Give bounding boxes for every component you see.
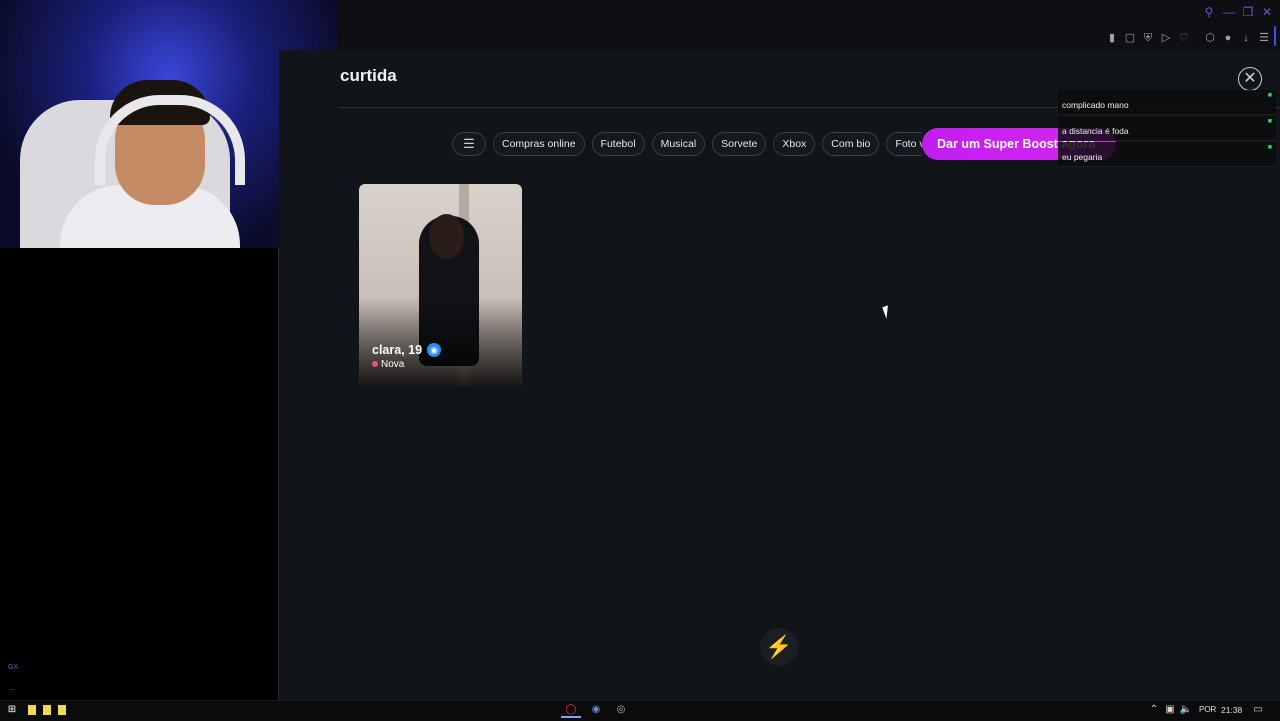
filter-settings-button[interactable]: ☰ [452,132,486,156]
profile-status-text: Nova [381,359,405,370]
extensions-icon[interactable]: ⬡ [1203,31,1217,45]
gx-label: GX [8,664,19,671]
filter-row: ☰ Compras online Futebol Musical Sorvete Xbox… [452,132,922,156]
search-icon[interactable]: ⚲ [1202,4,1216,20]
snapshot-icon[interactable]: ▢ [1123,31,1137,45]
more-dots[interactable]: ... [8,683,15,692]
close-window-icon[interactable]: ✕ [1260,4,1274,20]
close-button[interactable]: ✕ [1238,67,1262,91]
filter-chip[interactable]: Futebol [591,132,645,156]
obs-icon[interactable]: ◎ [614,703,628,717]
tray-chevron-icon[interactable]: ⌃ [1148,703,1160,717]
shield-icon[interactable]: ⛨ [1141,31,1155,45]
notifications-icon[interactable]: ▭ [1251,703,1265,717]
clock[interactable]: 21:38 [1221,703,1242,717]
language-indicator[interactable]: POR [1199,703,1216,717]
chat-text: eu pegaria [1062,152,1103,162]
chat-message: complicado mano ■ [1058,90,1276,115]
chat-badge-icon: ■ [1267,92,1272,99]
volume-icon[interactable]: 🔈 [1179,703,1193,717]
bolt-icon: ⚡ [765,634,793,659]
sticky-note-icon[interactable] [58,705,66,715]
sliders-icon: ☰ [463,136,475,151]
profile-name: clara, 19 [372,343,423,357]
card-shade [359,297,522,387]
browser-toolbar [338,26,1280,50]
heart-icon[interactable]: ♡ [1177,31,1191,45]
filter-chip[interactable]: Com bio [822,132,880,156]
account-icon[interactable]: ● [1221,31,1235,45]
profile-status: Nova [372,359,404,370]
play-icon[interactable]: ▷ [1159,31,1173,45]
filter-chip[interactable]: Compras online [493,132,585,156]
card-photo-head [429,214,464,259]
browser-titlebar [338,0,1280,26]
profile-card[interactable]: clara, 19 ◉ Nova [359,184,522,387]
camera-verified-icon: ◉ [427,343,441,357]
chat-message: eu pegaria ■ [1058,142,1276,167]
chat-text: a distancia é foda [1062,126,1129,136]
chat-badge-icon: ■ [1267,118,1272,125]
stream-chat: complicado mano ■ a distancia é foda ■ e… [1058,90,1276,168]
taskbar [0,700,1280,721]
chat-text: complicado mano [1062,100,1129,110]
network-icon[interactable]: ▣ [1163,703,1177,717]
opera-gx-icon[interactable]: ◯ [564,703,578,717]
left-panel [0,248,279,700]
sticky-note-icon[interactable] [43,705,51,715]
accent-line [1274,26,1276,46]
filter-chip[interactable]: Musical [651,132,706,156]
filter-chip[interactable]: Sorvete [712,132,767,156]
filter-chip[interactable]: Xbox [773,132,816,156]
pin-icon[interactable]: ▮ [1105,31,1119,45]
menu-icon[interactable]: ☰ [1257,31,1271,45]
page-title: curtida [340,66,397,85]
filter-chip[interactable]: Foto veri [886,132,922,156]
restore-icon[interactable]: ❐ [1241,4,1255,20]
minimize-icon[interactable]: — [1222,4,1236,20]
windows-start-icon[interactable]: ⊞ [5,703,19,717]
status-dot [372,361,378,368]
download-icon[interactable]: ↓ [1239,31,1253,45]
chat-badge-icon: ■ [1267,144,1272,151]
chat-message: a distancia é foda ■ [1058,116,1276,141]
sticky-note-icon[interactable] [28,705,36,715]
discord-icon[interactable]: ◉ [589,703,603,717]
active-app-indicator [561,716,581,718]
boost-bolt-button[interactable]: ⚡ [760,628,798,666]
